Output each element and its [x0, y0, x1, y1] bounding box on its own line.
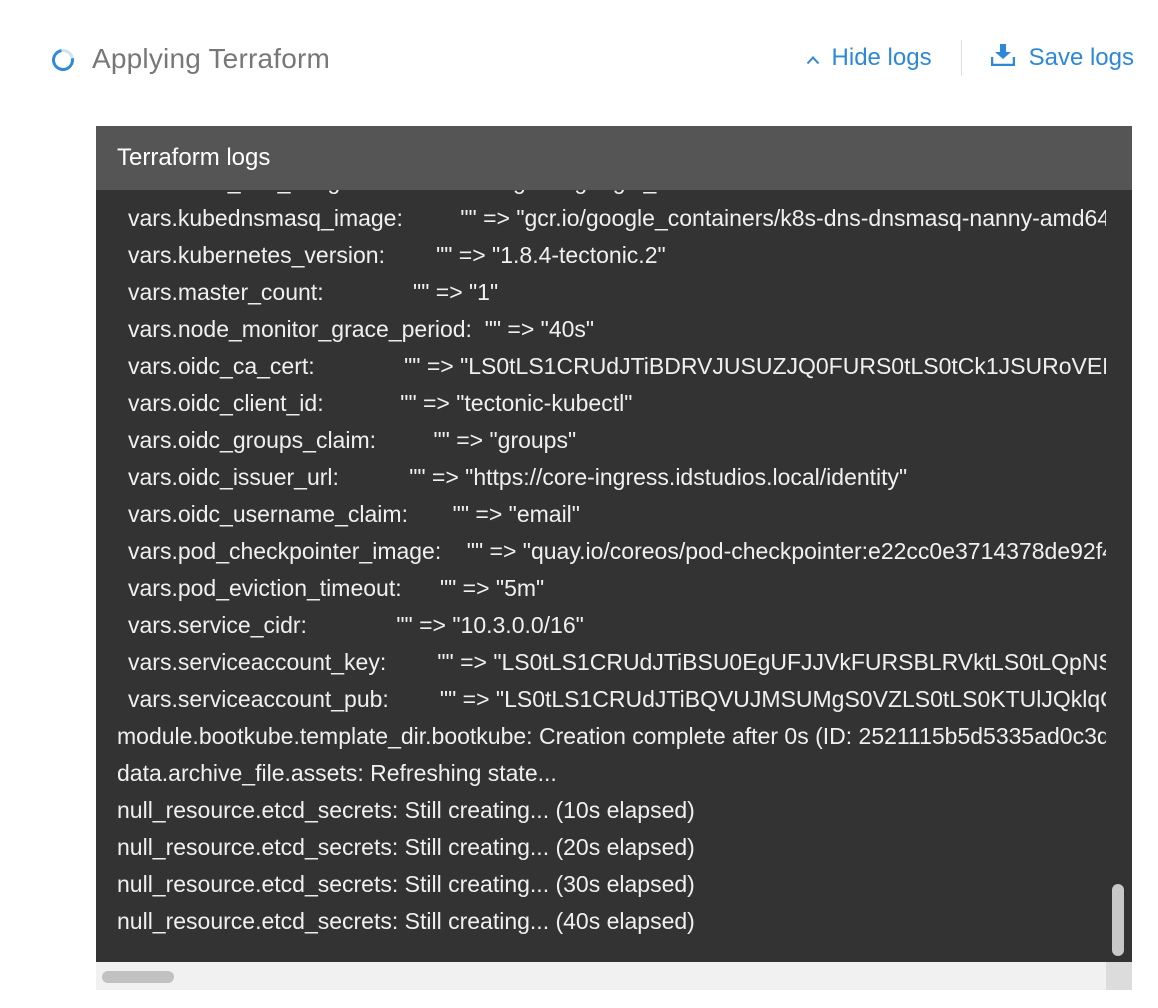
log-line: module.bootkube.template_dir.bootkube: C…: [117, 723, 1106, 749]
spinner-icon: [47, 44, 79, 76]
log-line: vars.oidc_username_claim: "" => "email": [128, 501, 580, 527]
vertical-scrollbar[interactable]: [1106, 190, 1132, 962]
horizontal-scrollbar[interactable]: [96, 962, 1132, 990]
log-line: vars.service_cidr: "" => "10.3.0.0/16": [128, 612, 584, 638]
log-line: null_resource.etcd_secrets: Still creati…: [117, 797, 695, 823]
horizontal-scrollbar-thumb[interactable]: [102, 971, 174, 983]
log-output[interactable]: vars.kube_dns_image: "" => "gcr.io/googl…: [96, 190, 1106, 962]
log-line: vars.kubernetes_version: "" => "1.8.4-te…: [128, 242, 666, 268]
log-line: vars.serviceaccount_pub: "" => "LS0tLS1C…: [128, 686, 1106, 712]
log-line: vars.oidc_issuer_url: "" => "https://cor…: [128, 464, 908, 490]
hide-logs-link[interactable]: Hide logs: [806, 44, 932, 72]
log-line: vars.oidc_client_id: "" => "tectonic-kub…: [128, 390, 633, 416]
save-logs-link[interactable]: Save logs: [990, 43, 1134, 73]
log-line: vars.kubednsmasq_image: "" => "gcr.io/go…: [128, 205, 1106, 231]
log-line: vars.pod_checkpointer_image: "" => "quay…: [128, 538, 1106, 564]
log-line: vars.pod_eviction_timeout: "" => "5m": [128, 575, 545, 601]
save-logs-label: Save logs: [1028, 44, 1134, 71]
scrollbar-corner: [1106, 962, 1132, 990]
log-line: vars.oidc_groups_claim: "" => "groups": [128, 427, 577, 453]
log-line: null_resource.etcd_secrets: Still creati…: [117, 834, 695, 860]
vertical-scrollbar-thumb[interactable]: [1112, 884, 1124, 956]
terraform-log-panel: Terraform logs vars.kube_dns_image: "" =…: [96, 126, 1132, 990]
actions-divider: [960, 40, 962, 76]
log-line: vars.node_monitor_grace_period: "" => "4…: [128, 316, 595, 342]
status-title: Applying Terraform: [92, 43, 331, 74]
log-line: vars.oidc_ca_cert: "" => "LS0tLS1CRUdJTi…: [128, 353, 1106, 379]
status-row: Applying Terraform Hide logs Save logs: [47, 40, 1134, 84]
hide-logs-label: Hide logs: [831, 44, 932, 71]
log-line: null_resource.etcd_secrets: Still creati…: [117, 871, 695, 897]
download-icon: [990, 43, 1015, 73]
log-line: data.archive_file.assets: Refreshing sta…: [117, 760, 557, 786]
log-line: vars.master_count: "" => "1": [128, 279, 499, 305]
log-actions: Hide logs Save logs: [806, 40, 1134, 76]
log-line: null_resource.etcd_secrets: Still creati…: [117, 908, 695, 934]
chevron-up-icon: [806, 44, 820, 72]
log-line: vars.kube_dns_image: "" => "gcr.io/googl…: [128, 190, 1106, 200]
log-line: vars.serviceaccount_key: "" => "LS0tLS1C…: [128, 649, 1106, 675]
log-panel-header: Terraform logs: [96, 126, 1132, 190]
